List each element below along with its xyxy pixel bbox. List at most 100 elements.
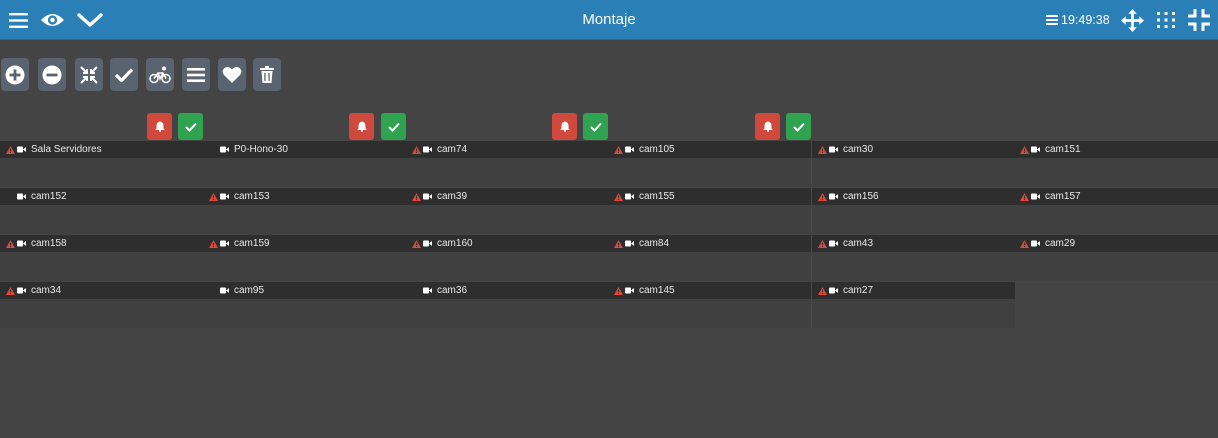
camera-icon bbox=[423, 240, 432, 247]
camera-name: cam36 bbox=[437, 285, 468, 296]
list-icon bbox=[187, 67, 205, 82]
camera-icon bbox=[220, 146, 229, 153]
alarm-button[interactable] bbox=[755, 113, 780, 140]
camera-icon bbox=[1031, 193, 1040, 200]
camera-icon bbox=[829, 240, 838, 247]
camera-title-bar: cam156 bbox=[812, 188, 1015, 205]
camera-icon bbox=[625, 287, 634, 294]
compress-button[interactable] bbox=[75, 58, 103, 91]
camera-name: cam39 bbox=[437, 191, 468, 202]
camera-tile[interactable]: cam152 bbox=[0, 188, 203, 234]
bell-icon bbox=[762, 121, 773, 132]
camera-icon bbox=[1031, 146, 1040, 153]
alarm-button[interactable] bbox=[147, 113, 172, 140]
camera-tile[interactable]: cam145 bbox=[608, 282, 811, 328]
camera-tile[interactable]: cam105 bbox=[608, 141, 811, 187]
camera-icon bbox=[423, 193, 432, 200]
camera-tile[interactable]: cam36 bbox=[406, 282, 609, 328]
confirm-button[interactable] bbox=[583, 113, 608, 140]
add-icon bbox=[5, 65, 25, 84]
camera-tile[interactable]: cam43 bbox=[811, 235, 1015, 281]
camera-tile[interactable]: cam156 bbox=[811, 188, 1015, 234]
warning-icon bbox=[1020, 146, 1029, 154]
camera-tile[interactable]: cam29 bbox=[1014, 235, 1218, 281]
camera-tile[interactable]: cam158 bbox=[0, 235, 203, 281]
camera-tile[interactable]: P0-Hono-30 bbox=[203, 141, 406, 187]
camera-title-bar: cam74 bbox=[406, 141, 609, 158]
warning-icon bbox=[818, 146, 827, 154]
camera-title-bar: cam43 bbox=[812, 235, 1015, 252]
camera-title-bar: cam36 bbox=[406, 282, 609, 299]
eye-icon[interactable] bbox=[39, 0, 65, 40]
delete-button[interactable] bbox=[253, 58, 281, 91]
warning-icon bbox=[412, 193, 421, 201]
camera-icon bbox=[220, 287, 229, 294]
camera-tile[interactable]: cam84 bbox=[608, 235, 811, 281]
camera-tile[interactable]: cam159 bbox=[203, 235, 406, 281]
camera-title-bar: cam153 bbox=[203, 188, 406, 205]
camera-name: cam27 bbox=[843, 285, 874, 296]
camera-icon bbox=[829, 287, 838, 294]
alarm-button[interactable] bbox=[349, 113, 374, 140]
camera-name: cam157 bbox=[1045, 191, 1081, 202]
camera-title-bar: cam158 bbox=[0, 235, 203, 252]
camera-icon bbox=[17, 240, 26, 247]
bell-icon bbox=[559, 121, 570, 132]
chevron-down-icon[interactable] bbox=[76, 0, 104, 40]
camera-title-bar: cam159 bbox=[203, 235, 406, 252]
camera-tile[interactable]: Sala Servidores bbox=[0, 141, 203, 187]
confirm-button[interactable] bbox=[178, 113, 203, 140]
bicycle-button[interactable] bbox=[146, 58, 174, 91]
clock: 19:49:38 bbox=[1046, 12, 1110, 28]
check-icon bbox=[114, 67, 134, 82]
camera-icon bbox=[423, 146, 432, 153]
top-bar: Montaje 19:49:38 bbox=[0, 0, 1218, 40]
confirm-button[interactable] bbox=[786, 113, 811, 140]
camera-tile[interactable]: cam27 bbox=[811, 282, 1015, 328]
add-button[interactable] bbox=[1, 58, 29, 91]
remove-button[interactable] bbox=[38, 58, 66, 91]
check-button[interactable] bbox=[110, 58, 138, 91]
camera-name: cam29 bbox=[1045, 238, 1076, 249]
collapse-icon[interactable] bbox=[1187, 0, 1211, 40]
warning-icon bbox=[6, 287, 15, 295]
warning-icon bbox=[614, 287, 623, 295]
warning-icon bbox=[412, 146, 421, 154]
warning-icon bbox=[818, 240, 827, 248]
alarm-button[interactable] bbox=[552, 113, 577, 140]
camera-name: cam159 bbox=[234, 238, 270, 249]
camera-icon bbox=[829, 193, 838, 200]
camera-tile[interactable]: cam34 bbox=[0, 282, 203, 328]
camera-title-bar: cam27 bbox=[812, 282, 1015, 299]
camera-tile[interactable]: cam95 bbox=[203, 282, 406, 328]
camera-title-bar: cam105 bbox=[608, 141, 811, 158]
camera-tile[interactable]: cam155 bbox=[608, 188, 811, 234]
camera-tile[interactable]: cam74 bbox=[406, 141, 609, 187]
bicycle-icon bbox=[149, 66, 171, 83]
grid-icon[interactable] bbox=[1155, 0, 1177, 40]
move-icon[interactable] bbox=[1119, 0, 1145, 40]
check-icon bbox=[184, 122, 197, 132]
warning-icon bbox=[1020, 240, 1029, 248]
confirm-button[interactable] bbox=[381, 113, 406, 140]
camera-icon bbox=[625, 146, 634, 153]
camera-name: cam43 bbox=[843, 238, 874, 249]
camera-tile[interactable]: cam30 bbox=[811, 141, 1015, 187]
camera-tile[interactable]: cam160 bbox=[406, 235, 609, 281]
camera-title-bar: cam145 bbox=[608, 282, 811, 299]
camera-name: cam155 bbox=[639, 191, 675, 202]
warning-icon bbox=[818, 287, 827, 295]
bell-icon bbox=[356, 121, 367, 132]
camera-tile[interactable]: cam157 bbox=[1014, 188, 1218, 234]
favorite-button[interactable] bbox=[218, 58, 246, 91]
camera-title-bar: cam84 bbox=[608, 235, 811, 252]
camera-tile[interactable]: cam151 bbox=[1014, 141, 1218, 187]
camera-tile[interactable]: cam153 bbox=[203, 188, 406, 234]
list-button[interactable] bbox=[182, 58, 210, 91]
camera-title-bar: cam157 bbox=[1014, 188, 1218, 205]
camera-icon bbox=[17, 193, 26, 200]
camera-tile[interactable]: cam39 bbox=[406, 188, 609, 234]
camera-title-bar: cam160 bbox=[406, 235, 609, 252]
menu-icon[interactable] bbox=[8, 0, 28, 40]
camera-title-bar: Sala Servidores bbox=[0, 141, 203, 158]
